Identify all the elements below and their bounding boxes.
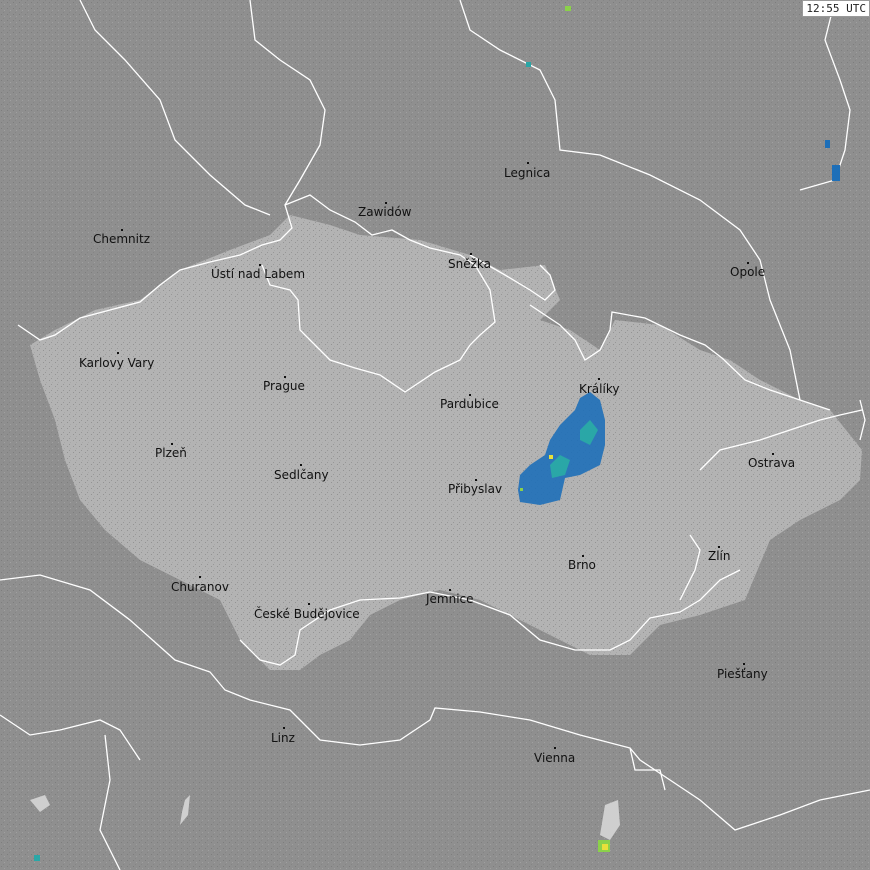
- city-dot: [527, 162, 529, 164]
- city-dot: [554, 747, 556, 749]
- city-dot: [199, 576, 201, 578]
- city-dot: [743, 663, 745, 665]
- timestamp-badge: 12:55 UTC: [802, 0, 870, 17]
- city-dot: [117, 352, 119, 354]
- city-label-pardubice: Pardubice: [440, 397, 499, 411]
- city-label-piestany: Piešťany: [717, 667, 768, 681]
- city-dot: [284, 376, 286, 378]
- city-label-brno: Brno: [568, 558, 596, 572]
- city-label-zlin: Zlín: [708, 549, 731, 563]
- city-label-karlovy-vary: Karlovy Vary: [79, 356, 155, 370]
- city-label-legnica: Legnica: [504, 166, 551, 180]
- city-dot: [385, 202, 387, 204]
- city-label-ceske-budejovice: České Budějovice: [254, 607, 360, 621]
- city-label-snezka: Sněžka: [448, 257, 491, 271]
- city-dot: [259, 264, 261, 266]
- city-dot: [121, 229, 123, 231]
- city-label-zawidow: Zawidów: [358, 205, 412, 219]
- city-label-plzen: Plzeň: [155, 446, 187, 460]
- city-label-jemnice: Jemnice: [426, 592, 474, 606]
- city-dot: [449, 589, 451, 591]
- city-label-linz: Linz: [271, 731, 295, 745]
- city-label-usti: Ústí nad Labem: [211, 267, 306, 281]
- city-dot: [598, 378, 600, 380]
- city-label-kraliky: Králíky: [579, 382, 620, 396]
- city-dot: [300, 464, 302, 466]
- city-dot: [582, 555, 584, 557]
- city-label-prague: Prague: [263, 379, 305, 393]
- city-dot: [475, 479, 477, 481]
- city-dot: [308, 603, 310, 605]
- city-dot: [718, 546, 720, 548]
- radar-map[interactable]: Chemnitz Zawidów Legnica Ústí nad Labem …: [0, 0, 870, 870]
- city-label-pribyslav: Přibyslav: [448, 482, 503, 496]
- city-dot: [283, 727, 285, 729]
- city-label-sedlcany: Sedlčany: [274, 468, 329, 482]
- city-label-vienna: Vienna: [534, 751, 576, 765]
- city-label-ostrava: Ostrava: [748, 456, 796, 470]
- map-background: [0, 0, 870, 870]
- city-label-opole: Opole: [730, 265, 766, 279]
- city-dot: [470, 253, 472, 255]
- city-dot: [469, 394, 471, 396]
- city-dot: [171, 443, 173, 445]
- city-dot: [772, 453, 774, 455]
- city-dot: [747, 262, 749, 264]
- city-label-churanov: Churanov: [171, 580, 229, 594]
- city-label-chemnitz: Chemnitz: [93, 232, 150, 246]
